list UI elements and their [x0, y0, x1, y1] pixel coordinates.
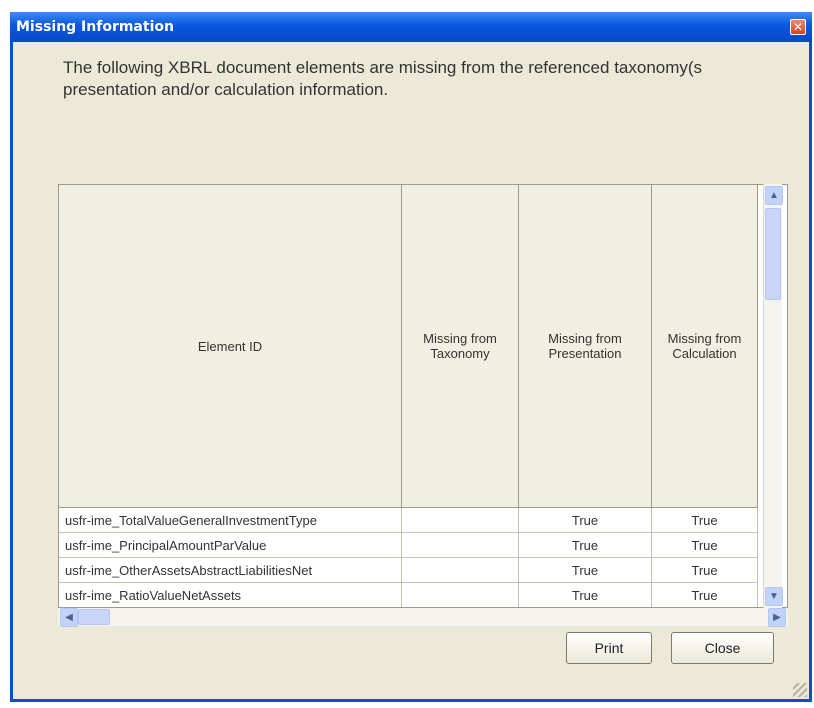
presentation-cell: True	[518, 532, 652, 558]
table-row[interactable]: usfr-ime_PrincipalAmountParValue True Tr…	[59, 532, 758, 558]
missing-elements-grid[interactable]: Element ID Missing from Taxonomy Missing…	[58, 184, 788, 608]
missing-information-dialog: Missing Information ✕ The following XBRL…	[10, 12, 812, 702]
taxonomy-cell	[401, 582, 519, 607]
calculation-cell: True	[651, 557, 758, 583]
calculation-cell: True	[651, 507, 758, 533]
element-id-cell: usfr-ime_RatioValueNetAssets	[59, 582, 402, 607]
taxonomy-cell	[401, 532, 519, 558]
close-button[interactable]: Close	[671, 632, 774, 664]
taxonomy-cell	[401, 507, 519, 533]
close-window-button[interactable]: ✕	[790, 19, 806, 35]
scroll-right-icon[interactable]: ▶	[768, 608, 786, 627]
message-text: The following XBRL document elements are…	[63, 57, 813, 101]
presentation-cell: True	[518, 582, 652, 607]
column-header-missing-calculation[interactable]: Missing from Calculation	[651, 185, 758, 508]
element-id-cell: usfr-ime_TotalValueGeneralInvestmentType	[59, 507, 402, 533]
print-button[interactable]: Print	[566, 632, 652, 664]
table-row[interactable]: usfr-ime_RatioValueNetAssets True True	[59, 582, 758, 607]
table-row[interactable]: usfr-ime_OtherAssetsAbstractLiabilitiesN…	[59, 557, 758, 583]
element-id-cell: usfr-ime_PrincipalAmountParValue	[59, 532, 402, 558]
window-title: Missing Information	[16, 19, 174, 35]
message-line-2: presentation and/or calculation informat…	[63, 80, 389, 99]
calculation-cell: True	[651, 532, 758, 558]
scroll-up-icon[interactable]: ▲	[765, 186, 783, 205]
message-line-1: The following XBRL document elements are…	[63, 58, 703, 77]
column-header-missing-taxonomy[interactable]: Missing from Taxonomy	[401, 185, 519, 508]
scroll-down-icon[interactable]: ▼	[765, 587, 783, 606]
taxonomy-cell	[401, 557, 519, 583]
element-id-cell: usfr-ime_OtherAssetsAbstractLiabilitiesN…	[59, 557, 402, 583]
scroll-left-icon[interactable]: ◀	[60, 608, 78, 627]
column-header-missing-presentation[interactable]: Missing from Presentation	[518, 185, 652, 508]
resize-grip-icon[interactable]	[793, 683, 807, 697]
title-bar[interactable]: Missing Information ✕	[10, 12, 812, 42]
vertical-scroll-thumb[interactable]	[765, 208, 781, 300]
calculation-cell: True	[651, 582, 758, 607]
vertical-scrollbar[interactable]: ▲ ▼	[763, 184, 783, 608]
presentation-cell: True	[518, 557, 652, 583]
table-row[interactable]: usfr-ime_TotalValueGeneralInvestmentType…	[59, 507, 758, 533]
horizontal-scrollbar[interactable]: ◀ ▶	[58, 608, 788, 627]
horizontal-scroll-thumb[interactable]	[78, 609, 110, 625]
presentation-cell: True	[518, 507, 652, 533]
column-header-element-id[interactable]: Element ID	[59, 185, 402, 508]
